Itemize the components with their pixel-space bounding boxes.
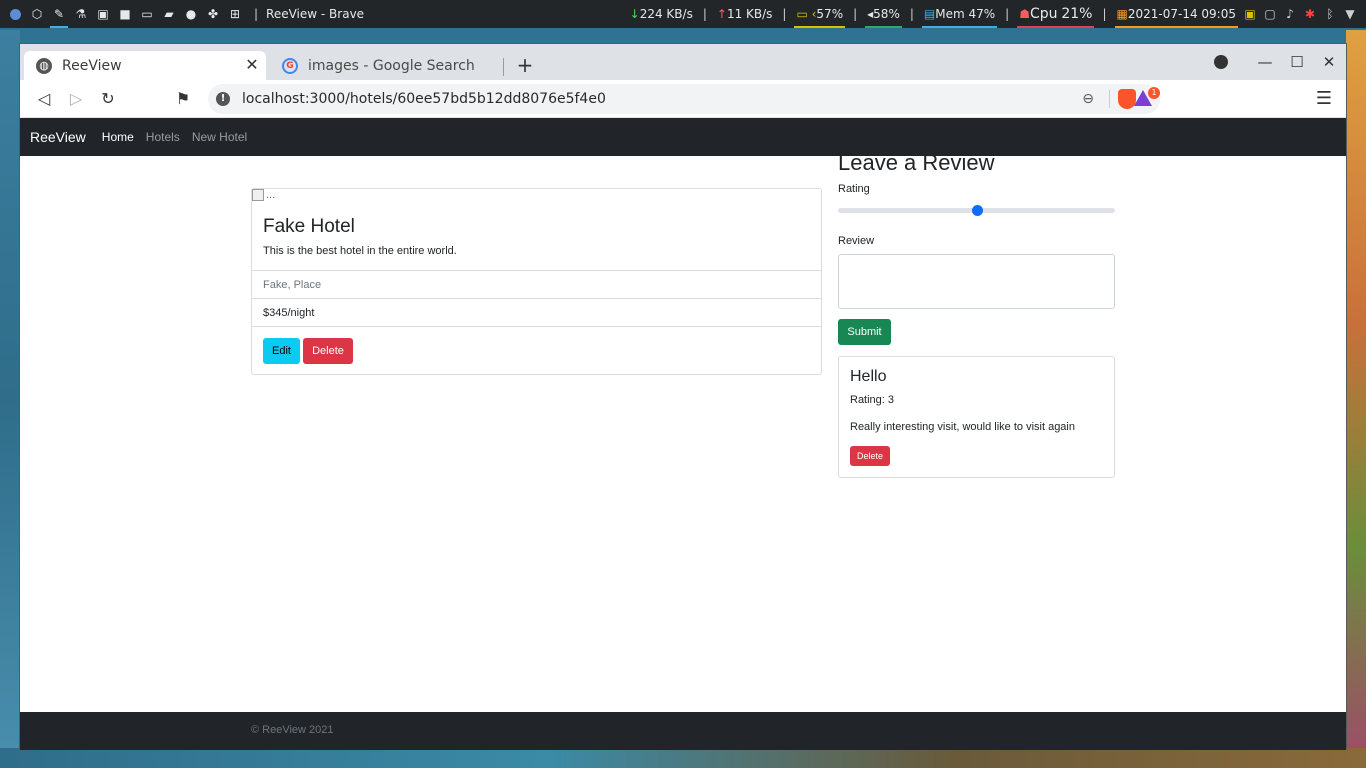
nav-link-home[interactable]: Home	[102, 130, 134, 144]
globe-icon: ◍	[36, 57, 52, 74]
tray-volume-icon[interactable]: ♪	[1280, 0, 1300, 28]
nav-link-new-hotel[interactable]: New Hotel	[192, 130, 247, 144]
hotel-price: $345/night	[252, 298, 821, 326]
hotel-location: Fake, Place	[252, 270, 821, 298]
memory-status[interactable]: ▤ Mem 47%	[920, 0, 999, 28]
tray-image-icon[interactable]: ▢	[1260, 0, 1280, 28]
folder-icon[interactable]: ▰	[158, 0, 180, 28]
review-body: Really interesting visit, would like to …	[850, 421, 1075, 433]
window-controls: — ☐ ✕	[1214, 53, 1338, 71]
footer-copyright: © ReeView 2021	[251, 724, 334, 736]
hotel-card-footer: Edit Delete	[252, 326, 821, 376]
url-text[interactable]: localhost:3000/hotels/60ee57bd5b12dd8076…	[242, 91, 606, 107]
cpu-icon: ☗	[1019, 7, 1030, 21]
browser-window: ◍ ReeView ✕ G images - Google Search + —…	[19, 43, 1347, 750]
image-alt-text: ...	[266, 189, 276, 201]
forward-button[interactable]: ▷	[66, 89, 86, 109]
close-tab-icon[interactable]: ✕	[244, 57, 260, 73]
url-divider	[1109, 90, 1110, 108]
panel-status: ↓ 224 KB/s | ↑ 11 KB/s | ▭ ‹ 57% | ◂ 58% |…	[626, 0, 1360, 28]
wallpaper-left	[0, 30, 20, 768]
paw-icon[interactable]: ✤	[202, 0, 224, 28]
wifi-icon[interactable]: ▼	[1340, 0, 1360, 28]
bluetooth-icon[interactable]: ᛒ	[1320, 0, 1340, 28]
system-panel: ⬡ ✎ ⚗ ▣ ■ ▭ ▰ ● ✤ ⊞ | ReeView - Brave ↓ 2…	[0, 0, 1366, 28]
minimize-button[interactable]: —	[1256, 53, 1274, 71]
delete-review-button[interactable]: Delete	[850, 446, 890, 466]
laptop-icon[interactable]: ▭	[136, 0, 158, 28]
tab-label: images - Google Search	[308, 57, 475, 74]
tab-reeview[interactable]: ◍ ReeView ✕	[24, 51, 266, 80]
bookmark-icon[interactable]: ⚑	[173, 89, 193, 109]
rewards-badge: 1	[1148, 87, 1160, 99]
hotel-title: Fake Hotel	[263, 216, 355, 237]
web-page: ReeView Home Hotels New Hotel ... Fake H…	[20, 118, 1346, 750]
color-picker-icon[interactable]: ✎	[48, 0, 70, 28]
site-navbar: ReeView Home Hotels New Hotel	[20, 118, 1346, 156]
upload-speed: ↑ 11 KB/s	[716, 7, 773, 21]
wallpaper-right	[1346, 30, 1366, 768]
hotel-description: This is the best hotel in the entire wor…	[263, 245, 457, 257]
menu-icon[interactable]: ☰	[1316, 89, 1332, 109]
tray-app-icon[interactable]: ▣	[1240, 0, 1260, 28]
tab-google-search[interactable]: G images - Google Search	[270, 51, 506, 80]
tab-label: ReeView	[62, 57, 122, 74]
hotel-card: ... Fake Hotel This is the best hotel in…	[251, 188, 822, 375]
navbar-brand[interactable]: ReeView	[30, 129, 86, 145]
rating-slider-thumb[interactable]	[971, 205, 983, 216]
cpu-status[interactable]: ☗ Cpu 21%	[1015, 0, 1096, 28]
maximize-button[interactable]: ☐	[1288, 53, 1306, 71]
submit-review-button[interactable]: Submit	[838, 319, 891, 345]
download-speed: ↓ 224 KB/s	[629, 7, 693, 21]
site-info-icon[interactable]: !	[216, 92, 230, 106]
clock[interactable]: ▦ 2021-07-14 09:05	[1113, 0, 1240, 28]
rating-label: Rating	[838, 183, 870, 195]
wallpaper-bottom	[0, 748, 1366, 768]
active-window-title: ReeView - Brave	[266, 7, 365, 21]
telegram-icon[interactable]: ●	[180, 0, 202, 28]
broken-image-icon	[252, 189, 264, 201]
hotel-image: ...	[252, 189, 275, 201]
back-button[interactable]: ◁	[34, 89, 54, 109]
flask-icon[interactable]: ⚗	[70, 0, 92, 28]
close-window-button[interactable]: ✕	[1320, 53, 1338, 71]
tab-strip: ◍ ReeView ✕ G images - Google Search + —…	[20, 44, 1346, 80]
nav-link-hotels[interactable]: Hotels	[146, 130, 180, 144]
panel-separator: |	[254, 7, 259, 21]
review-card: Hello Rating: 3 Really interesting visit…	[838, 356, 1115, 478]
panel-launchers: ⬡ ✎ ⚗ ▣ ■ ▭ ▰ ● ✤ ⊞ | ReeView - Brave	[0, 0, 364, 28]
battery-status[interactable]: ▭ ‹ 57%	[792, 0, 847, 28]
site-footer: © ReeView 2021	[20, 712, 1346, 750]
upload-arrow-icon: ↑	[716, 7, 727, 21]
volume-status[interactable]: ◂ 58%	[863, 0, 904, 28]
video-camera-icon[interactable]: ■	[114, 0, 136, 28]
review-textarea[interactable]	[838, 254, 1115, 309]
grid-apps-icon[interactable]: ⊞	[224, 0, 246, 28]
browser-toolbar: ◁ ▷ ↻ ⚑ ! localhost:3000/hotels/60ee57bd…	[20, 80, 1346, 118]
edit-hotel-button[interactable]: Edit	[263, 338, 300, 364]
download-arrow-icon: ↓	[629, 7, 640, 21]
calendar-icon: ▦	[1116, 7, 1128, 21]
tab-search-icon[interactable]	[1214, 55, 1228, 69]
network-app-icon[interactable]: ⬡	[26, 0, 48, 28]
reload-button[interactable]: ↻	[98, 89, 118, 109]
zoom-icon[interactable]: ⊖	[1082, 91, 1094, 107]
review-title: Hello	[850, 368, 887, 385]
review-label: Review	[838, 235, 875, 247]
battery-icon: ▭ ‹	[796, 7, 817, 21]
google-icon: G	[282, 57, 298, 74]
review-rating: Rating: 3	[850, 394, 895, 406]
rating-slider[interactable]	[838, 205, 1115, 216]
memory-icon: ▤	[923, 7, 936, 21]
delete-hotel-button[interactable]: Delete	[303, 338, 353, 364]
new-tab-button[interactable]: +	[514, 54, 536, 76]
tab-divider	[503, 58, 504, 76]
address-bar[interactable]: ! localhost:3000/hotels/60ee57bd5b12dd80…	[208, 84, 1160, 114]
image-viewer-icon[interactable]: ▣	[92, 0, 114, 28]
tray-bug-icon[interactable]: ✱	[1300, 0, 1320, 28]
review-form-heading: Leave a Review	[838, 150, 995, 175]
app-launcher-icon[interactable]	[4, 0, 26, 28]
